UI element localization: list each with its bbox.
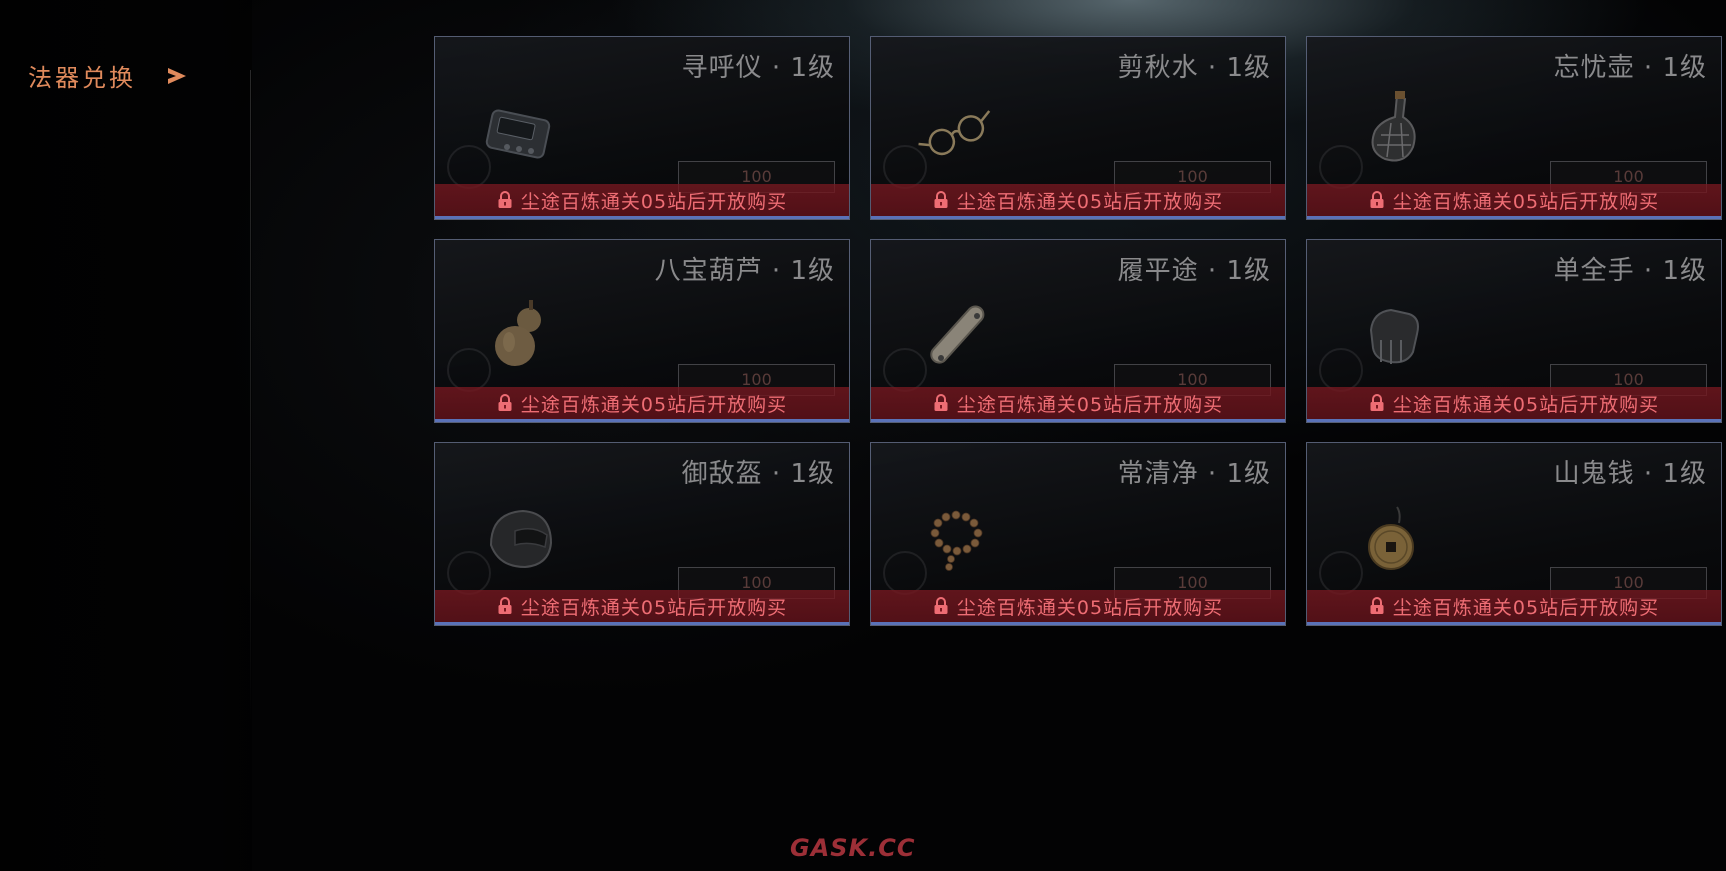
- locked-banner: 尘途百炼通关05站后开放购买: [435, 590, 849, 622]
- item-card[interactable]: 常清净 · 1级 100 尘途百炼通关05站后开放购买: [870, 442, 1286, 626]
- sidebar-item-artifact-exchange[interactable]: 法器兑换: [28, 58, 186, 93]
- lock-text: 尘途百炼通关05站后开放购买: [1392, 190, 1660, 213]
- item-name: 常清净 · 1级: [1117, 459, 1271, 489]
- item-name: 忘忧壶 · 1级: [1553, 53, 1707, 83]
- sidebar-divider: [250, 70, 251, 720]
- lock-icon: [1370, 597, 1384, 614]
- helmet-icon: [475, 493, 565, 583]
- lock-text: 尘途百炼通关05站后开放购买: [1392, 596, 1660, 619]
- item-card[interactable]: 山鬼钱 · 1级 100 尘途百炼通关05站后开放购买: [1306, 442, 1722, 626]
- sidebar: 法器兑换: [0, 0, 252, 871]
- pager-icon: [475, 87, 565, 177]
- lock-text: 尘途百炼通关05站后开放购买: [520, 190, 788, 213]
- lock-icon: [1370, 394, 1384, 411]
- coin-pendant-icon: [1347, 493, 1437, 583]
- gourd-icon: [475, 290, 565, 380]
- lock-icon: [934, 394, 948, 411]
- locked-banner: 尘途百炼通关05站后开放购买: [1307, 184, 1721, 216]
- item-name: 单全手 · 1级: [1553, 256, 1707, 286]
- lock-icon: [498, 597, 512, 614]
- card-underline: [871, 622, 1285, 625]
- glasses-icon: [911, 87, 1001, 177]
- lock-text: 尘途百炼通关05站后开放购买: [520, 596, 788, 619]
- sidebar-item-label: 法器兑换: [28, 64, 136, 92]
- item-name: 御敌盔 · 1级: [681, 459, 835, 489]
- card-underline: [1307, 419, 1721, 422]
- lock-icon: [934, 191, 948, 208]
- glove-icon: [1347, 290, 1437, 380]
- locked-banner: 尘途百炼通关05站后开放购买: [871, 590, 1285, 622]
- locked-banner: 尘途百炼通关05站后开放购买: [435, 184, 849, 216]
- flask-icon: [1347, 87, 1437, 177]
- card-underline: [435, 419, 849, 422]
- lock-icon: [934, 597, 948, 614]
- skateboard-icon: [911, 290, 1001, 380]
- item-name: 寻呼仪 · 1级: [681, 53, 835, 83]
- locked-banner: 尘途百炼通关05站后开放购买: [1307, 387, 1721, 419]
- card-underline: [1307, 216, 1721, 219]
- card-underline: [1307, 622, 1721, 625]
- locked-banner: 尘途百炼通关05站后开放购买: [435, 387, 849, 419]
- lock-icon: [498, 191, 512, 208]
- lock-text: 尘途百炼通关05站后开放购买: [956, 393, 1224, 416]
- card-underline: [871, 216, 1285, 219]
- shop-screen: 法器兑换 寻呼仪 · 1级 100 尘途百炼通关05站后开放购买 剪秋水 · 1…: [0, 0, 1726, 871]
- item-card[interactable]: 剪秋水 · 1级 100 尘途百炼通关05站后开放购买: [870, 36, 1286, 220]
- locked-banner: 尘途百炼通关05站后开放购买: [871, 184, 1285, 216]
- item-card[interactable]: 履平途 · 1级 100 尘途百炼通关05站后开放购买: [870, 239, 1286, 423]
- watermark: GASK.CC: [790, 834, 916, 862]
- item-card[interactable]: 御敌盔 · 1级 100 尘途百炼通关05站后开放购买: [434, 442, 850, 626]
- lock-icon: [498, 394, 512, 411]
- triangle-arrow-right-icon: [168, 67, 186, 84]
- locked-banner: 尘途百炼通关05站后开放购买: [871, 387, 1285, 419]
- lock-icon: [1370, 191, 1384, 208]
- prayer-beads-icon: [911, 493, 1001, 583]
- lock-text: 尘途百炼通关05站后开放购买: [520, 393, 788, 416]
- card-underline: [435, 622, 849, 625]
- item-name: 山鬼钱 · 1级: [1553, 459, 1707, 489]
- card-underline: [435, 216, 849, 219]
- lock-text: 尘途百炼通关05站后开放购买: [1392, 393, 1660, 416]
- lock-text: 尘途百炼通关05站后开放购买: [956, 190, 1224, 213]
- locked-banner: 尘途百炼通关05站后开放购买: [1307, 590, 1721, 622]
- card-underline: [871, 419, 1285, 422]
- item-card[interactable]: 八宝葫芦 · 1级 100 尘途百炼通关05站后开放购买: [434, 239, 850, 423]
- item-name: 履平途 · 1级: [1117, 256, 1271, 286]
- lock-text: 尘途百炼通关05站后开放购买: [956, 596, 1224, 619]
- item-card[interactable]: 忘忧壶 · 1级 100 尘途百炼通关05站后开放购买: [1306, 36, 1722, 220]
- item-grid: 寻呼仪 · 1级 100 尘途百炼通关05站后开放购买 剪秋水 · 1级 100…: [434, 36, 1722, 626]
- item-card[interactable]: 单全手 · 1级 100 尘途百炼通关05站后开放购买: [1306, 239, 1722, 423]
- item-name: 剪秋水 · 1级: [1117, 53, 1271, 83]
- item-name: 八宝葫芦 · 1级: [654, 256, 835, 286]
- item-card[interactable]: 寻呼仪 · 1级 100 尘途百炼通关05站后开放购买: [434, 36, 850, 220]
